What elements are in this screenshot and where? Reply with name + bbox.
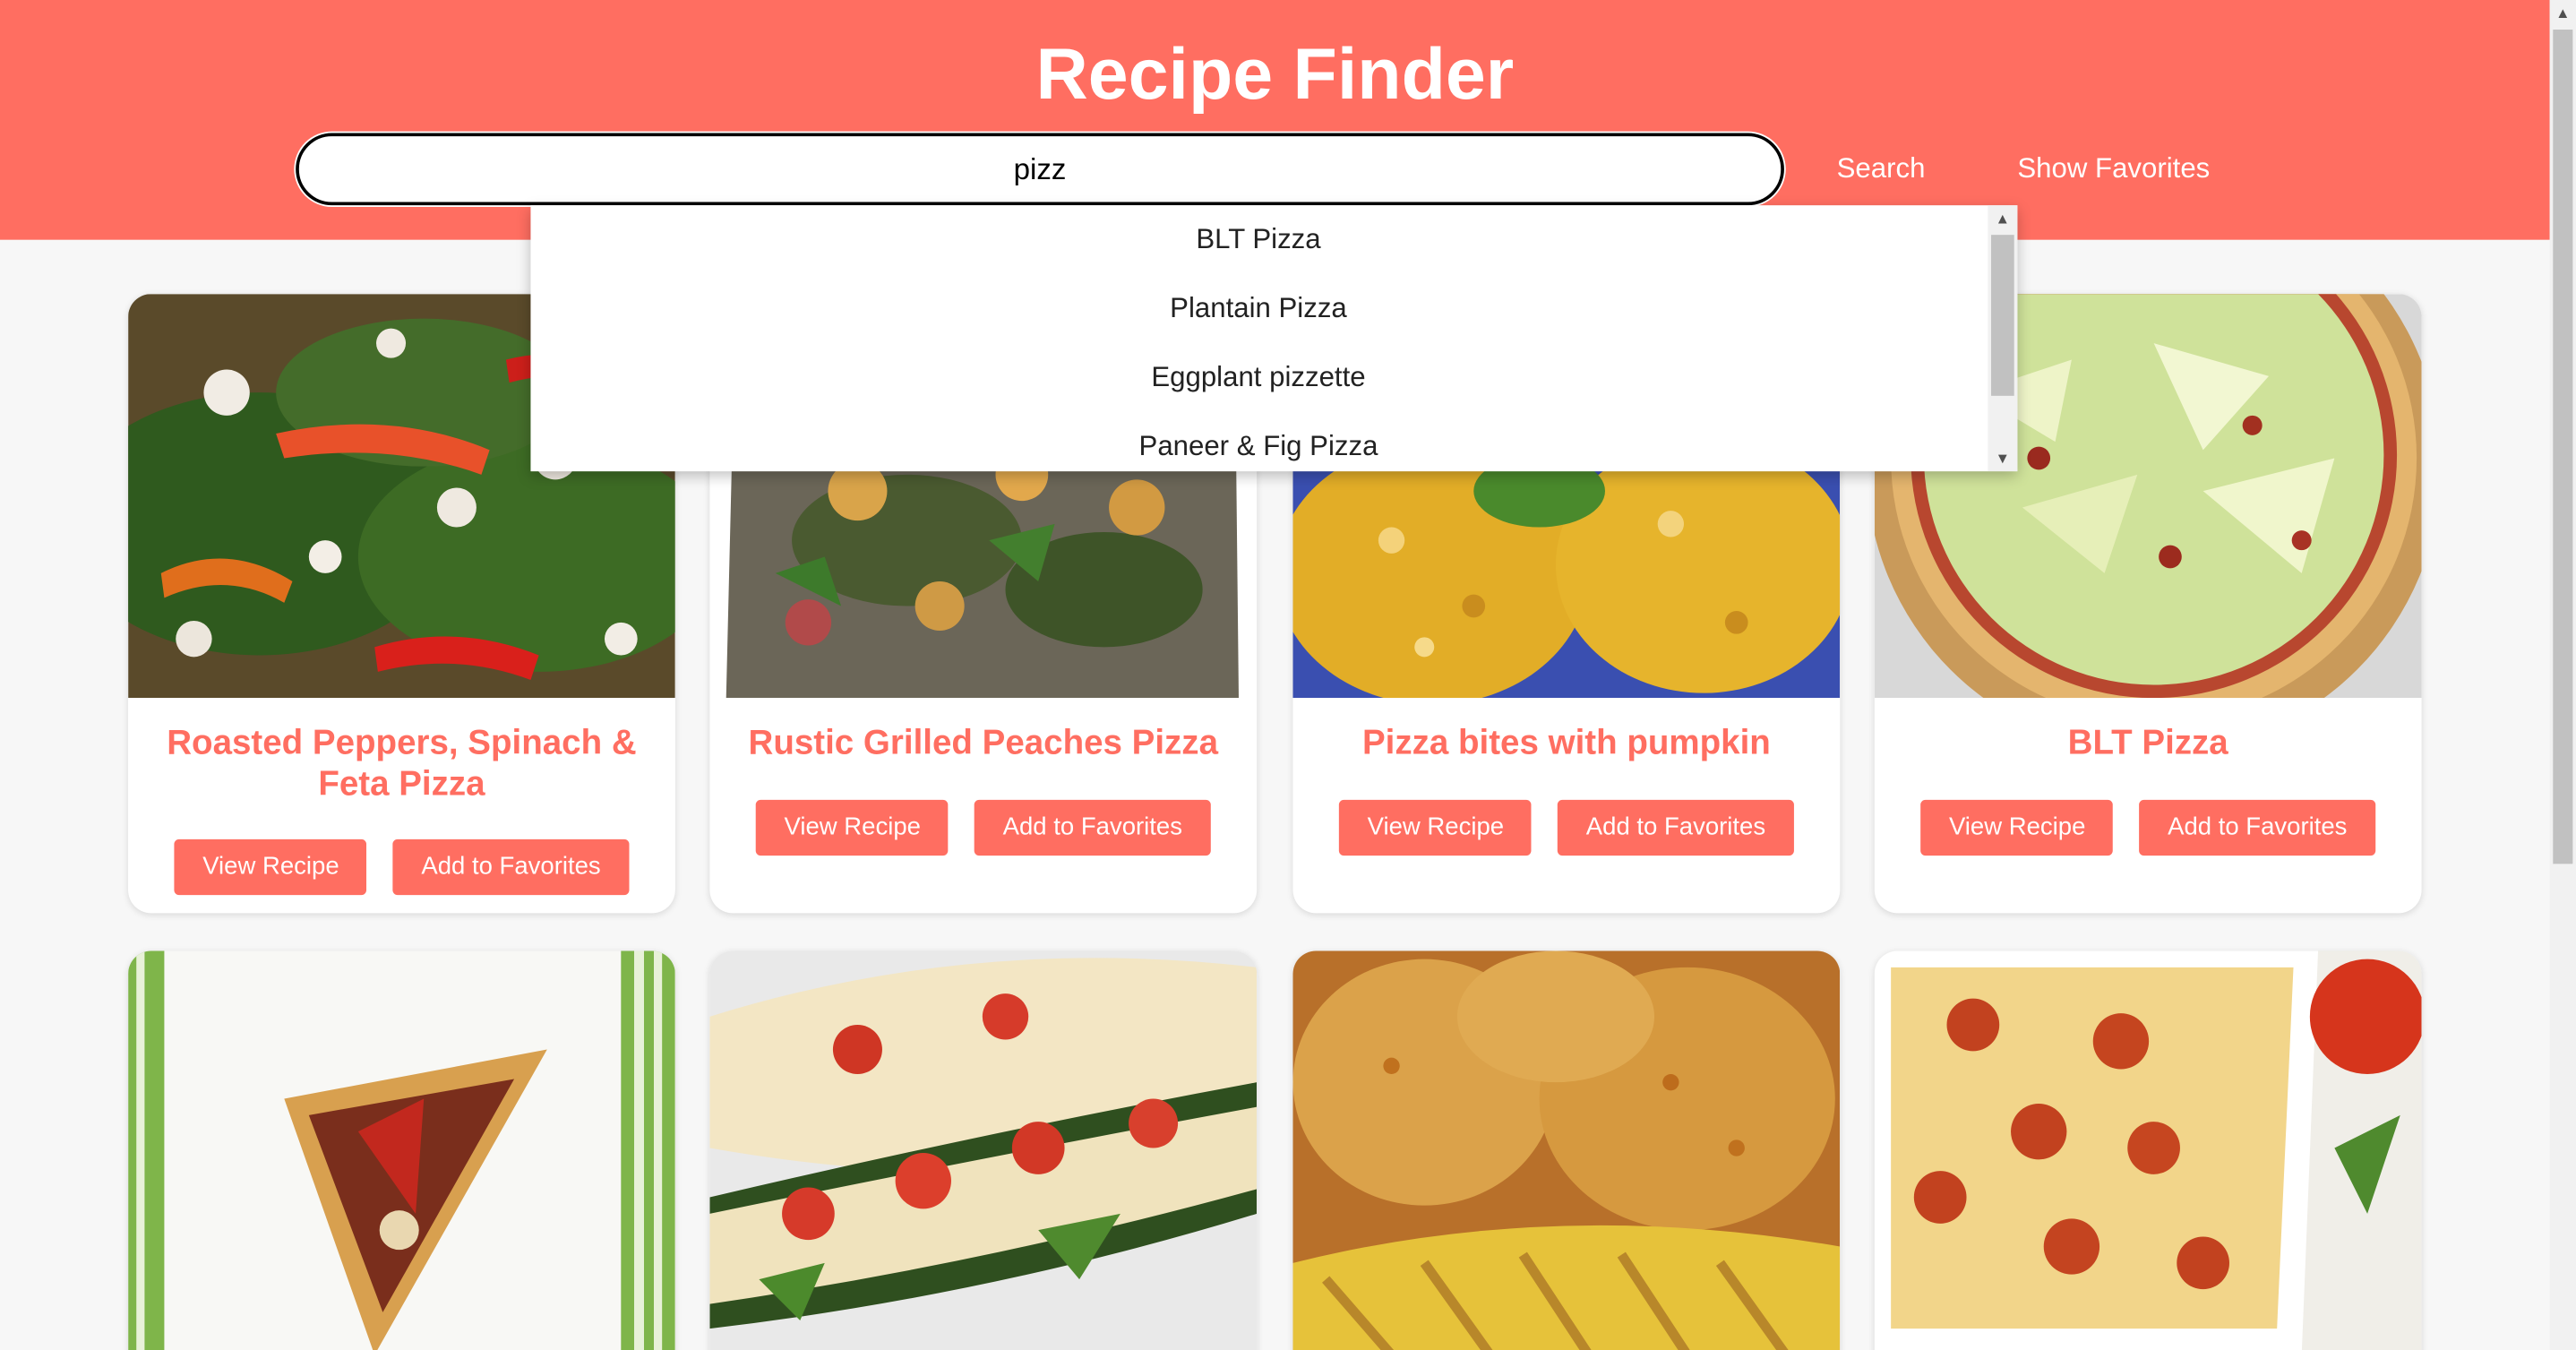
add-to-favorites-button[interactable]: Add to Favorites xyxy=(2139,799,2375,856)
suggestions-scrollbar[interactable]: ▲ ▼ xyxy=(1988,205,2018,472)
show-favorites-button[interactable]: Show Favorites xyxy=(2017,148,2210,191)
card-actions: View Recipe Add to Favorites xyxy=(1875,799,2422,856)
recipe-image-pizza-slice[interactable] xyxy=(128,950,675,1350)
search-input[interactable] xyxy=(296,133,1784,206)
app-title: Recipe Finder xyxy=(1035,34,1515,116)
recipe-card xyxy=(709,950,1258,1350)
recipe-image-zucchini-pizza[interactable] xyxy=(709,950,1258,1350)
suggestion-item[interactable]: BLT Pizza xyxy=(530,205,1986,274)
card-actions: View Recipe Add to Favorites xyxy=(1293,799,1841,856)
recipe-title: Roasted Peppers, Spinach & Feta Pizza xyxy=(167,724,637,804)
page-scrollbar[interactable]: ▲ xyxy=(2549,0,2576,1350)
suggestion-item[interactable]: Plantain Pizza xyxy=(530,274,1986,343)
search-suggestions-dropdown: BLT Pizza Plantain Pizza Eggplant pizzet… xyxy=(530,205,2018,472)
recipe-card xyxy=(128,950,675,1350)
recipe-card xyxy=(1292,950,1841,1350)
scroll-up-arrow-icon[interactable]: ▲ xyxy=(1988,205,2017,231)
page-scroll-thumb[interactable] xyxy=(2553,29,2573,864)
recipe-title: Rustic Grilled Peaches Pizza xyxy=(748,724,1218,762)
view-recipe-button[interactable]: View Recipe xyxy=(1339,799,1533,856)
suggestion-item[interactable]: Paneer & Fig Pizza xyxy=(530,412,1986,471)
suggestion-item[interactable]: Eggplant pizzette xyxy=(530,343,1986,412)
view-recipe-button[interactable]: View Recipe xyxy=(1920,799,2114,856)
recipe-image-pepperoni-bake[interactable] xyxy=(1874,950,2422,1350)
recipe-image-pizza-muffins[interactable] xyxy=(1292,950,1841,1350)
suggestions-scroll-thumb[interactable] xyxy=(1991,235,2014,396)
add-to-favorites-button[interactable]: Add to Favorites xyxy=(1558,799,1794,856)
card-actions: View Recipe Add to Favorites xyxy=(128,838,675,896)
header-bar: Recipe Finder Search Show Favorites xyxy=(0,0,2550,240)
recipe-card xyxy=(1874,950,2422,1350)
page-scroll-up-icon[interactable]: ▲ xyxy=(2550,0,2576,26)
view-recipe-button[interactable]: View Recipe xyxy=(175,838,367,896)
add-to-favorites-button[interactable]: Add to Favorites xyxy=(393,838,629,896)
search-button[interactable]: Search xyxy=(1837,148,1926,191)
recipe-title: BLT Pizza xyxy=(2067,724,2228,762)
card-actions: View Recipe Add to Favorites xyxy=(709,799,1257,856)
page: Recipe Finder Search Show Favorites xyxy=(0,0,2576,1350)
recipe-title: Pizza bites with pumpkin xyxy=(1361,724,1771,762)
add-to-favorites-button[interactable]: Add to Favorites xyxy=(975,799,1211,856)
scroll-down-arrow-icon[interactable]: ▼ xyxy=(1988,445,2017,471)
view-recipe-button[interactable]: View Recipe xyxy=(756,799,949,856)
